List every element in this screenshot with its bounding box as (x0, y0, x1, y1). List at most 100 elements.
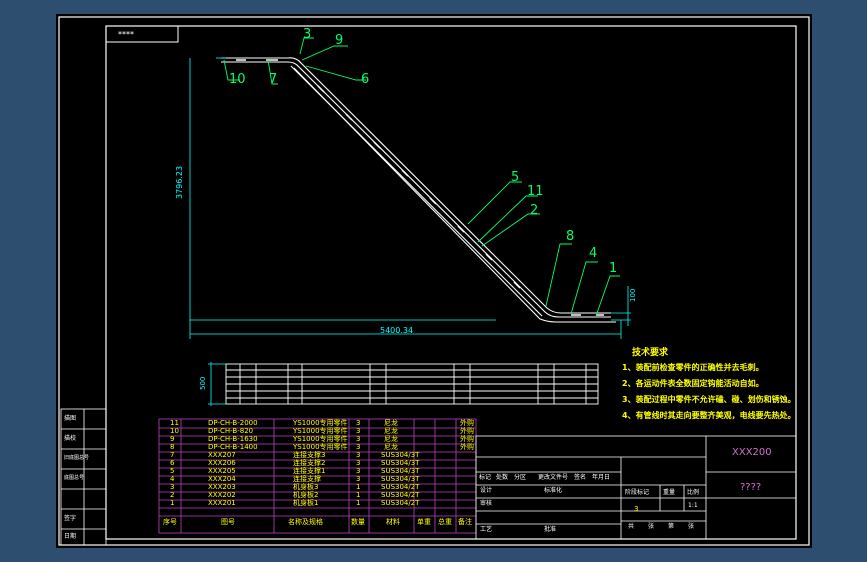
bom-note: 外购 (460, 419, 474, 427)
bom-qty: 3 (356, 435, 361, 443)
bom-mat: SUS304/3T (381, 467, 420, 475)
bom-no: 8 (170, 443, 175, 451)
tech-req-item: 1、装配前检查零件的正确性并去毛刺。 (622, 363, 764, 372)
sheet-label: 第 (668, 523, 675, 530)
leader-lines (223, 37, 620, 317)
rev-header: 分区 (514, 474, 527, 481)
dim-width: 500 (199, 376, 207, 390)
balloon-3: 3 (303, 27, 312, 42)
bom-mat: SUS304/2T (381, 483, 420, 491)
scale-value: 1:1 (688, 502, 698, 509)
bom-code: XXX207 (208, 451, 236, 459)
bom-name: 机身板3 (293, 483, 319, 491)
label-stage: 阶段标记 (625, 489, 650, 496)
title-strip-text: **** (118, 30, 134, 39)
balloon-5: 5 (511, 170, 520, 185)
dim-length: 5400.34 (380, 326, 414, 335)
bom-mat: 尼龙 (384, 435, 398, 443)
bom-mat: SUS304/3T (381, 451, 420, 459)
bom-name: YS1000专用零件 (293, 427, 348, 435)
bom-qty: 3 (356, 467, 361, 475)
drawing-name: ???? (740, 482, 762, 493)
bom-no: 5 (170, 467, 175, 475)
rev-header: 更改文件号 (538, 474, 569, 481)
bom-header: 序号 (163, 518, 177, 526)
bom-mat: SUS304/3T (381, 475, 420, 483)
bom-qty: 1 (356, 499, 361, 507)
drawing-sheet: **** 3796.23 5400.34 100 500 3 9 6 10 7 … (56, 14, 812, 548)
bom-no: 10 (170, 427, 179, 435)
strip-label: 旧底图总号 (64, 455, 90, 461)
dim-height: 3796.23 (175, 165, 184, 199)
rev-header: 处数 (496, 474, 509, 481)
bom-note: 外购 (460, 443, 474, 451)
strip-label: 描图 (64, 415, 77, 422)
balloon-9: 9 (335, 33, 344, 48)
bom-code: XXX205 (208, 467, 236, 475)
bom-note: 外购 (460, 427, 474, 435)
bom-header: 材料 (386, 518, 400, 526)
bom-name: 连接支撑2 (293, 459, 326, 467)
bom-no: 4 (170, 475, 175, 483)
label-scale: 比例 (687, 489, 700, 496)
label-review: 审核 (480, 500, 493, 507)
sheet-label: 共 (628, 523, 635, 530)
balloon-10: 10 (229, 72, 246, 87)
bom-code: DP-CH-B-1630 (208, 435, 258, 443)
bom-name: 连接支撑3 (293, 451, 326, 459)
bom-header: 单重 (417, 518, 431, 526)
bom-code: XXX202 (208, 491, 236, 499)
bom-name: 连接支撑1 (293, 467, 326, 475)
bom-mat: 尼龙 (384, 419, 398, 427)
bom-qty: 1 (356, 483, 361, 491)
balloon-1: 1 (609, 261, 618, 276)
tech-req-title: 技术要求 (632, 348, 669, 358)
dim-small-height: 100 (629, 288, 637, 302)
bom-no: 7 (170, 451, 175, 459)
bom-no: 1 (170, 499, 175, 507)
strip-label: 签字 (64, 515, 77, 522)
bom-header: 备注 (458, 518, 472, 526)
bom-no: 2 (170, 491, 175, 499)
sheet-label: 张 (648, 523, 655, 530)
bom-header: 总重 (438, 518, 452, 526)
bom-name: YS1000专用零件 (293, 419, 348, 427)
bom-mat: SUS304/2T (381, 499, 420, 507)
bom-no: 6 (170, 459, 175, 467)
bom-mat: 尼龙 (384, 427, 398, 435)
label-process: 工艺 (480, 526, 493, 533)
bom-name: YS1000专用零件 (293, 435, 348, 443)
sheet-label: 张 (688, 523, 695, 530)
balloon-4: 4 (589, 246, 598, 261)
conveyor-side-view (221, 57, 616, 323)
bom-code: XXX201 (208, 499, 236, 507)
dimension-lines (189, 57, 631, 406)
tech-req-item: 4、有管线时其走向要整齐美观，电线要先热处。 (622, 411, 796, 420)
bom-qty: 3 (356, 443, 361, 451)
bom-qty: 3 (356, 459, 361, 467)
bom-header: 图号 (221, 518, 235, 526)
drawing-number: XXX200 (732, 447, 772, 458)
bom-name: YS1000专用零件 (293, 443, 348, 451)
bom-qty: 3 (356, 475, 361, 483)
bom-code: DP-CH-B-820 (208, 427, 254, 435)
strip-label: 日期 (64, 533, 77, 540)
strip-label: 底图总号 (64, 475, 85, 481)
bom-name: 连接支撑 (293, 475, 321, 483)
bom-name: 机身板2 (293, 491, 319, 499)
bom-code: DP-CH-B-2000 (208, 419, 258, 427)
rev-header: 年月日 (592, 474, 611, 481)
label-design: 设计 (480, 487, 493, 494)
bom-no: 9 (170, 435, 175, 443)
bom-no: 11 (170, 419, 179, 427)
bom-header: 名称及规格 (288, 518, 323, 526)
bom-mat: SUS304/3T (381, 459, 420, 467)
strip-label: 描校 (64, 435, 77, 442)
bom-code: XXX204 (208, 475, 236, 483)
bom-mat: SUS304/2T (381, 491, 420, 499)
bom-code: XXX206 (208, 459, 236, 467)
balloon-2: 2 (530, 203, 539, 218)
balloon-6: 6 (361, 72, 370, 87)
bom-name: 机身板1 (293, 499, 319, 507)
title-strip-box (105, 25, 179, 43)
